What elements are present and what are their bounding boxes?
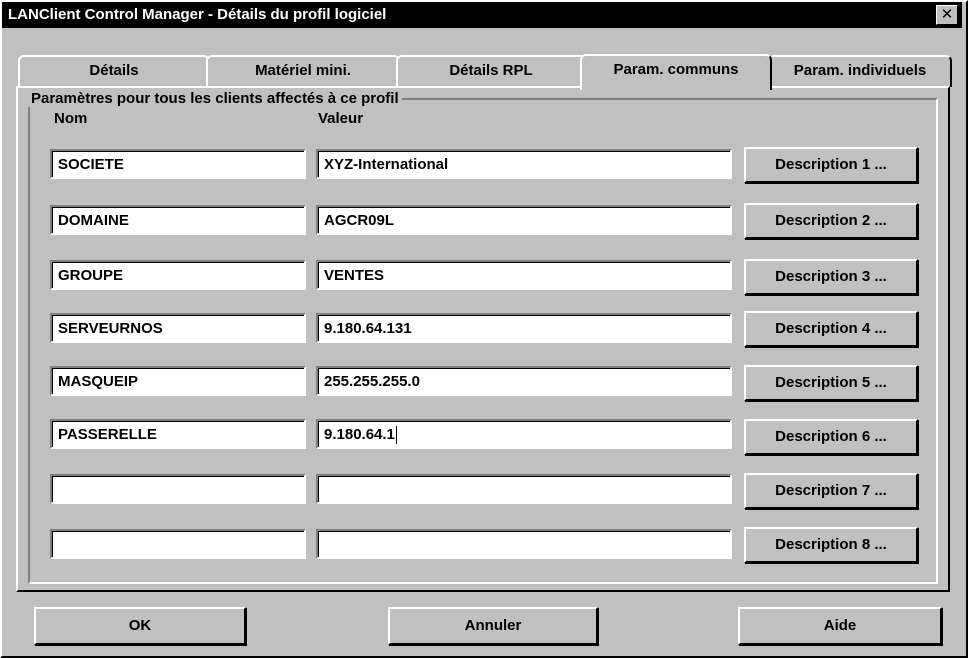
tab-param-communs-label: Param. communs <box>613 61 739 78</box>
description-button-8[interactable]: Description 8 ... <box>744 527 918 563</box>
param-value-field-2[interactable]: AGCR09L <box>316 205 732 235</box>
param-value-field-1[interactable]: XYZ-International <box>316 149 732 179</box>
param-value-field-4[interactable]: 9.180.64.131 <box>316 313 732 343</box>
description-button-4[interactable]: Description 4 ... <box>744 311 918 347</box>
column-header-value: Valeur <box>318 110 364 127</box>
close-button[interactable]: ✕ <box>936 5 958 25</box>
cancel-button[interactable]: Annuler <box>388 607 598 645</box>
param-name-field-6[interactable]: PASSERELLE <box>50 419 306 449</box>
tab-details-rpl-label: Détails RPL <box>449 62 533 79</box>
groupbox-label: Paramètres pour tous les clients affecté… <box>28 90 402 107</box>
param-value-field-6[interactable]: 9.180.64.1 <box>316 419 732 449</box>
param-name-field-1[interactable]: SOCIETE <box>50 149 306 179</box>
param-value-field-5[interactable]: 255.255.255.0 <box>316 366 732 396</box>
param-name-field-7[interactable] <box>50 474 306 504</box>
tab-param-individuels-label: Param. individuels <box>793 62 927 79</box>
help-button[interactable]: Aide <box>738 607 942 645</box>
description-button-2[interactable]: Description 2 ... <box>744 203 918 239</box>
tab-details-rpl[interactable]: Détails RPL <box>396 55 586 87</box>
description-button-5[interactable]: Description 5 ... <box>744 365 918 401</box>
param-name-field-3[interactable]: GROUPE <box>50 260 306 290</box>
param-name-field-2[interactable]: DOMAINE <box>50 205 306 235</box>
tab-materiel-mini-label: Matériel mini. <box>255 62 351 79</box>
tab-details-label: Détails <box>89 62 139 79</box>
ok-button[interactable]: OK <box>34 607 246 645</box>
tab-param-communs[interactable]: Param. communs <box>580 54 772 90</box>
param-name-field-5[interactable]: MASQUEIP <box>50 366 306 396</box>
param-name-field-4[interactable]: SERVEURNOS <box>50 313 306 343</box>
tab-materiel-mini[interactable]: Matériel mini. <box>206 55 400 87</box>
tab-param-individuels[interactable]: Param. individuels <box>768 55 952 87</box>
description-button-7[interactable]: Description 7 ... <box>744 473 918 509</box>
description-button-3[interactable]: Description 3 ... <box>744 259 918 295</box>
description-button-1[interactable]: Description 1 ... <box>744 147 918 183</box>
param-value-field-8[interactable] <box>316 529 732 559</box>
param-name-field-8[interactable] <box>50 529 306 559</box>
param-value-text-6: 9.180.64.1 <box>324 426 395 443</box>
text-caret <box>395 426 397 445</box>
param-value-field-7[interactable] <box>316 474 732 504</box>
column-header-name: Nom <box>54 110 88 127</box>
tab-details[interactable]: Détails <box>18 55 210 87</box>
param-value-field-3[interactable]: VENTES <box>316 260 732 290</box>
description-button-6[interactable]: Description 6 ... <box>744 419 918 455</box>
window-title: LANClient Control Manager - Détails du p… <box>8 6 387 23</box>
title-bar[interactable]: LANClient Control Manager - Détails du p… <box>2 2 962 28</box>
